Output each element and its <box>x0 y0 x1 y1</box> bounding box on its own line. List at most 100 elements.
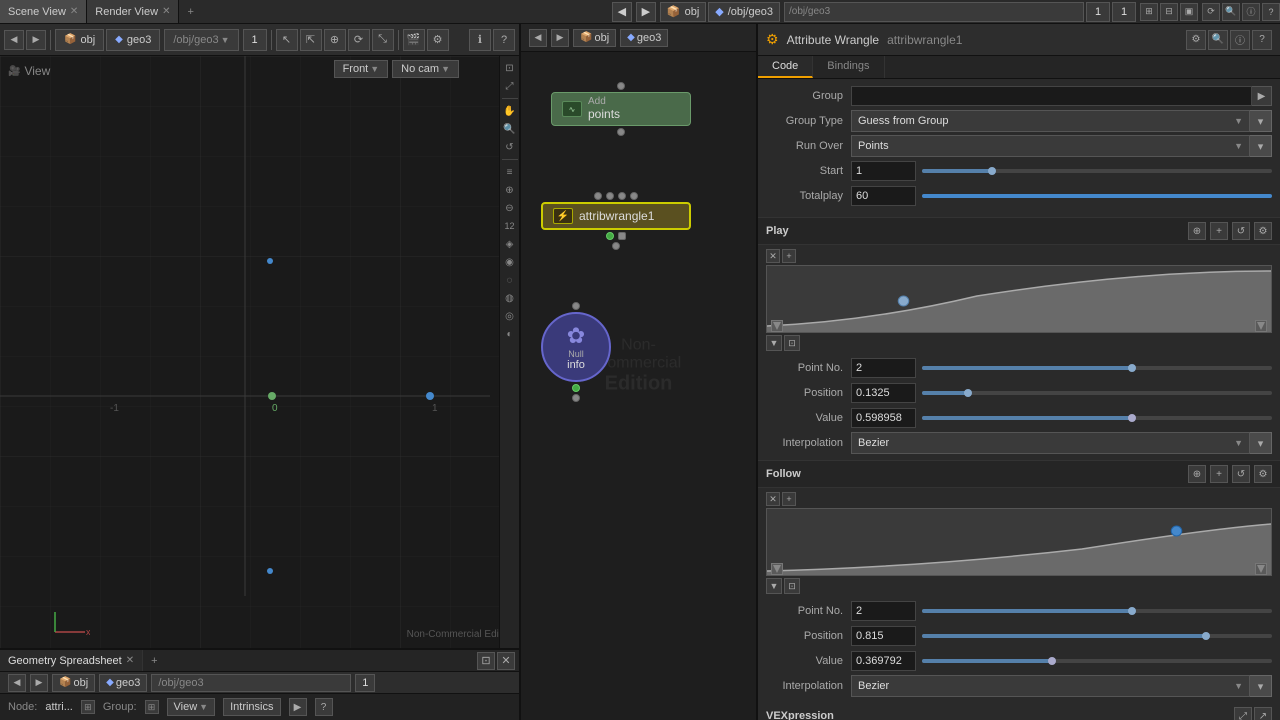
search-btn[interactable]: 🔍 <box>1222 3 1240 21</box>
curve1-right-handle[interactable] <box>1255 320 1267 332</box>
rt-rotate[interactable]: ↺ <box>502 139 518 155</box>
follow-add-btn1[interactable]: ⊕ <box>1188 465 1206 483</box>
node-null-info[interactable]: ✿ Null info <box>541 302 611 402</box>
node-wrangle-box[interactable]: ⚡ attribwrangle1 <box>541 202 691 230</box>
np-back[interactable]: ◀ <box>529 29 547 47</box>
tab-code[interactable]: Code <box>758 56 813 78</box>
play-point-input[interactable]: 2 <box>851 358 916 378</box>
follow-interp-dropdown-btn[interactable]: ▾ <box>1250 675 1272 697</box>
rt-btn2[interactable]: ⊕ <box>502 182 518 198</box>
vp-back-btn[interactable]: ◀ <box>4 30 24 50</box>
follow-gear-btn[interactable]: ⚙ <box>1254 465 1272 483</box>
vp-path-input[interactable]: /obj/geo3 ▼ <box>164 29 238 51</box>
bottom-expand-btn[interactable]: ⊡ <box>477 652 495 670</box>
start-input[interactable]: 1 <box>851 161 916 181</box>
right-badge[interactable]: 1 <box>1112 2 1136 22</box>
props-gear-btn[interactable]: ⚙ <box>1186 30 1206 50</box>
play-position-slider[interactable] <box>922 391 1272 395</box>
help-status-btn[interactable]: ? <box>315 698 333 716</box>
props-help-btn[interactable]: ? <box>1252 30 1272 50</box>
group-type-select[interactable]: Guess from Group ▼ <box>851 110 1250 132</box>
vp-geo3-btn[interactable]: ◆ geo3 <box>106 29 160 51</box>
vp-help-btn[interactable]: ? <box>493 29 515 51</box>
vp-move-btn[interactable]: ⊕ <box>324 29 346 51</box>
tab-add-btn[interactable]: + <box>179 6 201 18</box>
curve2-right-handle[interactable] <box>1255 563 1267 575</box>
vp-settings-btn[interactable]: ⚙ <box>427 29 449 51</box>
rt-btn5[interactable]: ◉ <box>502 254 518 270</box>
props-search-btn[interactable]: 🔍 <box>1208 30 1228 50</box>
follow-position-input[interactable]: 0.815 <box>851 626 916 646</box>
np-forward[interactable]: ▶ <box>551 29 569 47</box>
rt-btn9[interactable]: ◐ <box>502 326 518 342</box>
rt-pan[interactable]: ✋ <box>502 103 518 119</box>
rt-zoom[interactable]: 🔍 <box>502 121 518 137</box>
bt-num[interactable]: 1 <box>355 674 375 692</box>
rt-btn7[interactable]: ◍ <box>502 290 518 306</box>
bt-geo3-path[interactable]: ◆ geo3 <box>99 674 147 692</box>
rt-maximize[interactable]: ⊡ <box>502 60 518 76</box>
tab-scene-view[interactable]: Scene View ✕ <box>0 0 87 23</box>
tab-close-render[interactable]: ✕ <box>162 6 170 17</box>
vp-rotate-btn[interactable]: ⟳ <box>348 29 370 51</box>
vp-scale-btn[interactable]: ⤡ <box>372 29 394 51</box>
curve1-expand-btn[interactable]: ▼ <box>766 335 782 351</box>
play-btn[interactable]: ▶ <box>289 698 307 716</box>
node-browse-btn[interactable]: ⊞ <box>81 700 95 714</box>
follow-position-slider[interactable] <box>922 634 1272 638</box>
play-reset-btn[interactable]: ↺ <box>1232 222 1250 240</box>
totalplay-slider[interactable] <box>922 194 1272 198</box>
group-arrow-btn[interactable]: ▶ <box>1252 86 1272 106</box>
play-interp-dropdown-btn[interactable]: ▾ <box>1250 432 1272 454</box>
bottom-close-btn[interactable]: ✕ <box>497 652 515 670</box>
layout-btn1[interactable]: ⊞ <box>1140 3 1158 21</box>
vp-forward-btn[interactable]: ▶ <box>26 30 46 50</box>
vex-expand-btn[interactable]: ⤢ <box>1234 707 1252 720</box>
node-attribwrangle[interactable]: ⚡ attribwrangle1 <box>541 192 691 250</box>
rt-num12[interactable]: 12 <box>502 218 518 234</box>
rt-btn3[interactable]: ⊖ <box>502 200 518 216</box>
play-add-btn2[interactable]: + <box>1210 222 1228 240</box>
bottom-tab-add[interactable]: + <box>143 650 165 671</box>
group-input[interactable] <box>851 86 1252 106</box>
rt-btn4[interactable]: ◈ <box>502 236 518 252</box>
view-select[interactable]: View ▼ <box>167 698 216 716</box>
play-point-slider[interactable] <box>922 366 1272 370</box>
node-add-points[interactable]: ∿ Add points <box>551 82 691 136</box>
props-scroll-area[interactable]: Group ▶ Group Type Guess from Group ▼ ▾ <box>758 79 1280 720</box>
group-type-dropdown-btn[interactable]: ▾ <box>1250 110 1272 132</box>
node-add-box[interactable]: ∿ Add points <box>551 92 691 126</box>
rt-btn1[interactable]: ≡ <box>502 164 518 180</box>
rt-btn6[interactable]: ◌ <box>502 272 518 288</box>
totalplay-input[interactable]: 60 <box>851 186 916 206</box>
np-geo3-path[interactable]: ◆ geo3 <box>620 29 668 47</box>
curve1-lock-btn[interactable]: ⊡ <box>784 335 800 351</box>
play-value-slider[interactable] <box>922 416 1272 420</box>
sync-btn[interactable]: ⟳ <box>1202 3 1220 21</box>
layout-btn2[interactable]: ⊟ <box>1160 3 1178 21</box>
rt-fullscreen[interactable]: ⤢ <box>502 78 518 94</box>
start-slider[interactable] <box>922 169 1272 173</box>
intrinsic-select[interactable]: Intrinsics <box>223 698 280 716</box>
number-badge[interactable]: 1 <box>1086 2 1110 22</box>
front-btn[interactable]: Front ▼ <box>334 60 389 78</box>
tab-bindings[interactable]: Bindings <box>813 56 884 78</box>
follow-point-input[interactable]: 2 <box>851 601 916 621</box>
help-btn[interactable]: ? <box>1262 3 1280 21</box>
node-null-box[interactable]: ✿ Null info <box>541 312 611 382</box>
props-info-btn[interactable]: ⓘ <box>1230 30 1250 50</box>
group-browse-btn[interactable]: ⊞ <box>145 700 159 714</box>
vex-arrow-btn[interactable]: ↗ <box>1254 707 1272 720</box>
bt-path-box[interactable]: /obj/geo3 <box>151 674 351 692</box>
tab-render-view[interactable]: Render View ✕ <box>87 0 179 23</box>
obj-path[interactable]: 📦 obj <box>660 2 706 22</box>
vp-render-btn[interactable]: 🎬 <box>403 29 425 51</box>
bt-back[interactable]: ◀ <box>8 674 26 692</box>
play-position-input[interactable]: 0.1325 <box>851 383 916 403</box>
info-btn[interactable]: ⓘ <box>1242 3 1260 21</box>
bt-forward[interactable]: ▶ <box>30 674 48 692</box>
follow-value-slider[interactable] <box>922 659 1272 663</box>
vp-select2-btn[interactable]: ⇱ <box>300 29 322 51</box>
follow-add-btn2[interactable]: + <box>1210 465 1228 483</box>
curve2-left-handle[interactable] <box>771 563 783 575</box>
